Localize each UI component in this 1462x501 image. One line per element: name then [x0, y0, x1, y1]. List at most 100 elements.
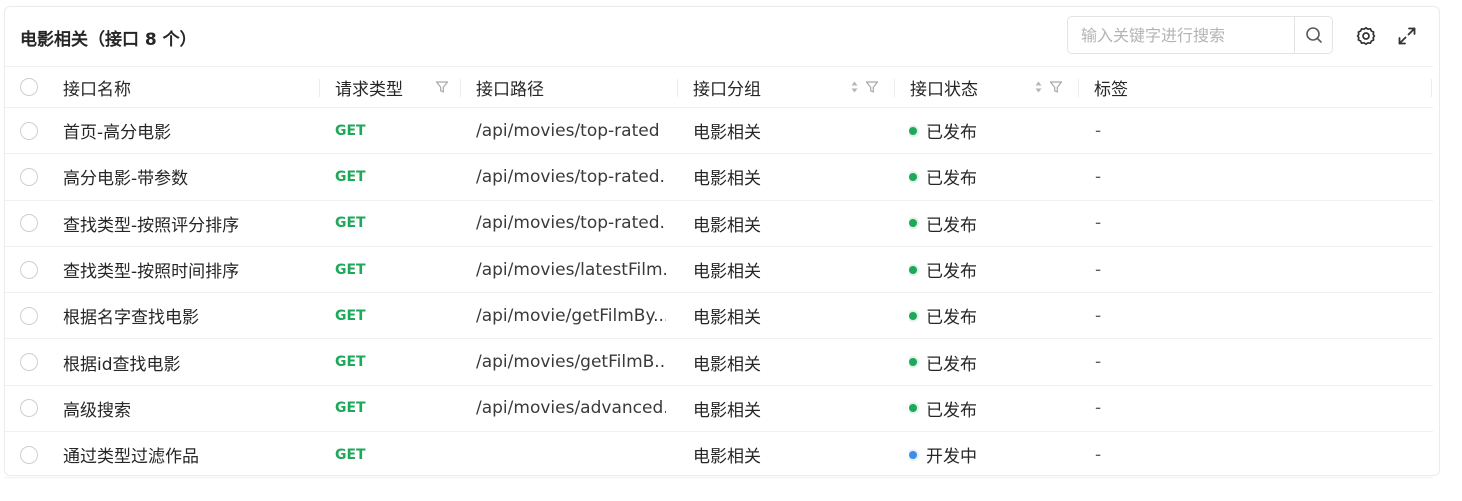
table-row[interactable]: 通过类型过滤作品 GET 电影相关 开发中 - [5, 432, 1433, 479]
status-dot-icon [909, 172, 917, 181]
sort-button[interactable] [1034, 80, 1043, 94]
api-name[interactable]: 查找类型-按照评分排序 [63, 201, 313, 246]
search-input[interactable] [1069, 18, 1295, 52]
column-divider [894, 79, 895, 97]
gear-icon [1356, 26, 1376, 46]
status-dot-icon [909, 450, 917, 459]
api-tags: - [1095, 444, 1102, 465]
api-name[interactable]: 高级搜索 [63, 386, 313, 431]
row-checkbox[interactable] [20, 121, 38, 140]
status-label: 已发布 [926, 354, 977, 375]
filter-icon[interactable] [1049, 80, 1063, 94]
method-badge: GET [335, 446, 366, 463]
api-name[interactable]: 通过类型过滤作品 [63, 432, 313, 477]
api-path: /api/movies/top-rated [476, 120, 660, 141]
toolbar: 电影相关（接口 8 个） [5, 7, 1439, 65]
column-header-name: 接口名称 [63, 79, 131, 100]
api-tags: - [1095, 166, 1102, 187]
api-path: /api/movies/latestFilm... [476, 259, 666, 280]
api-group: 电影相关 [693, 354, 761, 375]
api-tags: - [1095, 213, 1102, 234]
api-group: 电影相关 [693, 123, 761, 144]
sort-button[interactable] [850, 80, 859, 94]
api-name[interactable]: 根据id查找电影 [63, 339, 313, 384]
row-checkbox-cell [20, 293, 38, 338]
api-name[interactable]: 首页-高分电影 [63, 108, 313, 153]
method-badge: GET [335, 168, 366, 185]
api-group: 电影相关 [693, 169, 761, 190]
status-badge: 已发布 [909, 108, 977, 153]
row-checkbox[interactable] [20, 399, 38, 418]
method-badge: GET [335, 122, 366, 139]
column-header-group: 接口分组 [693, 79, 761, 100]
filter-icon[interactable] [865, 80, 879, 94]
table-row[interactable]: 查找类型-按照评分排序 GET /api/movies/top-rated...… [5, 201, 1433, 247]
status-label: 已发布 [926, 215, 977, 236]
page-title: 电影相关（接口 8 个） [20, 30, 197, 50]
column-divider [460, 79, 461, 97]
column-header-status: 接口状态 [910, 79, 978, 100]
row-checkbox-cell [20, 339, 38, 384]
row-checkbox[interactable] [20, 167, 38, 186]
api-name[interactable]: 高分电影-带参数 [63, 154, 313, 199]
row-checkbox[interactable] [20, 353, 38, 372]
api-path: /api/movie/getFilmBy... [476, 305, 666, 326]
row-checkbox-cell [20, 201, 38, 246]
status-badge: 已发布 [909, 386, 977, 431]
row-checkbox[interactable] [20, 306, 38, 325]
method-badge: GET [335, 354, 366, 371]
table-row[interactable]: 高分电影-带参数 GET /api/movies/top-rated... 电影… [5, 154, 1433, 201]
table-row[interactable]: 根据名字查找电影 GET /api/movie/getFilmBy... 电影相… [5, 293, 1433, 340]
filter-icon[interactable] [435, 80, 449, 94]
row-checkbox-cell [20, 432, 38, 477]
status-dot-icon [909, 358, 917, 367]
search-button[interactable] [1294, 17, 1332, 53]
status-label: 已发布 [926, 400, 977, 421]
status-header-actions [1034, 67, 1063, 107]
select-all-checkbox[interactable] [20, 78, 38, 96]
search-icon [1305, 27, 1322, 43]
row-checkbox[interactable] [20, 445, 38, 464]
table-header: 接口名称 请求类型 接口路径 接口分组 接口状态 标签 [5, 66, 1433, 108]
sort-icon [851, 81, 858, 93]
status-badge: 已发布 [909, 293, 977, 338]
status-badge: 开发中 [909, 432, 977, 477]
status-dot-icon [909, 311, 917, 320]
table-row[interactable]: 查找类型-按照时间排序 GET /api/movies/latestFilm..… [5, 247, 1433, 294]
column-divider [319, 79, 320, 97]
api-name[interactable]: 查找类型-按照时间排序 [63, 247, 313, 292]
api-tags: - [1095, 120, 1102, 141]
column-header-tags: 标签 [1094, 79, 1128, 100]
status-label: 已发布 [926, 169, 977, 190]
api-group: 电影相关 [693, 215, 761, 236]
column-divider [677, 79, 678, 97]
settings-button[interactable] [1355, 25, 1377, 47]
api-name[interactable]: 根据名字查找电影 [63, 293, 313, 338]
table-row[interactable]: 高级搜索 GET /api/movies/advanced... 电影相关 已发… [5, 386, 1433, 433]
api-path: /api/movies/getFilmB... [476, 352, 666, 373]
api-path: /api/movies/top-rated... [476, 166, 666, 187]
api-group: 电影相关 [693, 262, 761, 283]
api-path [476, 432, 666, 477]
column-header-method: 请求类型 [335, 79, 403, 100]
status-badge: 已发布 [909, 154, 977, 199]
row-checkbox-cell [20, 247, 38, 292]
row-checkbox-cell [20, 386, 38, 431]
row-checkbox[interactable] [20, 214, 38, 233]
status-badge: 已发布 [909, 247, 977, 292]
table-row[interactable]: 首页-高分电影 GET /api/movies/top-rated 电影相关 已… [5, 108, 1433, 155]
api-tags: - [1095, 259, 1102, 280]
table-row[interactable]: 根据id查找电影 GET /api/movies/getFilmB... 电影相… [5, 339, 1433, 386]
status-badge: 已发布 [909, 339, 977, 384]
fullscreen-button[interactable] [1396, 25, 1418, 47]
method-badge: GET [335, 400, 366, 417]
row-checkbox-cell [20, 154, 38, 199]
row-checkbox[interactable] [20, 260, 38, 279]
api-tags: - [1095, 398, 1102, 419]
status-dot-icon [909, 126, 917, 135]
status-label: 开发中 [926, 447, 977, 468]
api-group: 电影相关 [693, 400, 761, 421]
method-badge: GET [335, 215, 366, 232]
row-checkbox-cell [20, 108, 38, 153]
column-header-path: 接口路径 [476, 79, 544, 100]
